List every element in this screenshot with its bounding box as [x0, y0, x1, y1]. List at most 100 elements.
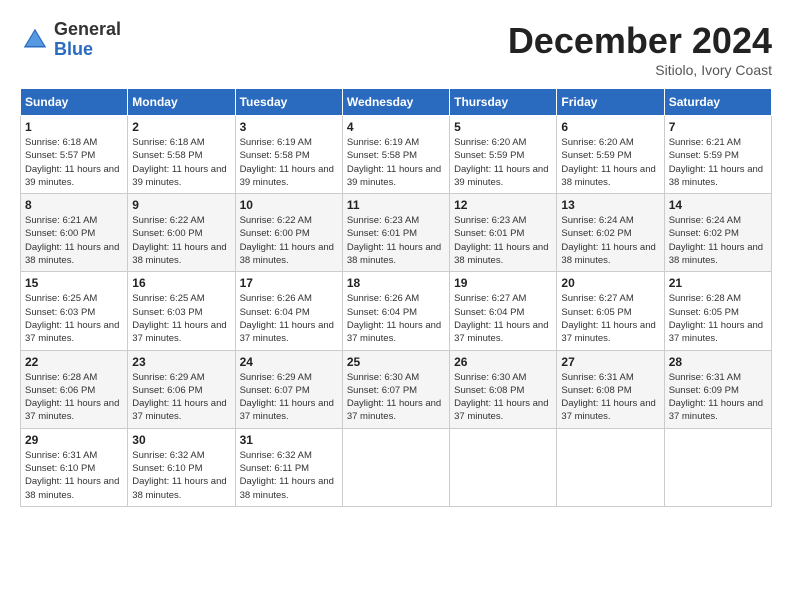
day-header: Wednesday [342, 89, 449, 116]
calendar-week-row: 29 Sunrise: 6:31 AMSunset: 6:10 PMDayligh… [21, 428, 772, 506]
calendar-cell: 18 Sunrise: 6:26 AMSunset: 6:04 PMDayligh… [342, 272, 449, 350]
day-info: Sunrise: 6:19 AMSunset: 5:58 PMDaylight:… [240, 136, 338, 189]
day-number: 3 [240, 120, 338, 134]
day-number: 19 [454, 276, 552, 290]
calendar-header-row: SundayMondayTuesdayWednesdayThursdayFrid… [21, 89, 772, 116]
day-number: 10 [240, 198, 338, 212]
day-info: Sunrise: 6:27 AMSunset: 6:05 PMDaylight:… [561, 292, 659, 345]
day-info: Sunrise: 6:20 AMSunset: 5:59 PMDaylight:… [454, 136, 552, 189]
calendar-cell [450, 428, 557, 506]
day-number: 14 [669, 198, 767, 212]
day-info: Sunrise: 6:21 AMSunset: 5:59 PMDaylight:… [669, 136, 767, 189]
calendar-cell: 10 Sunrise: 6:22 AMSunset: 6:00 PMDayligh… [235, 194, 342, 272]
calendar-cell: 15 Sunrise: 6:25 AMSunset: 6:03 PMDayligh… [21, 272, 128, 350]
calendar-cell: 9 Sunrise: 6:22 AMSunset: 6:00 PMDaylight… [128, 194, 235, 272]
day-info: Sunrise: 6:31 AMSunset: 6:08 PMDaylight:… [561, 371, 659, 424]
day-info: Sunrise: 6:25 AMSunset: 6:03 PMDaylight:… [132, 292, 230, 345]
day-header: Monday [128, 89, 235, 116]
day-info: Sunrise: 6:19 AMSunset: 5:58 PMDaylight:… [347, 136, 445, 189]
day-info: Sunrise: 6:20 AMSunset: 5:59 PMDaylight:… [561, 136, 659, 189]
calendar-cell [557, 428, 664, 506]
day-number: 25 [347, 355, 445, 369]
day-number: 16 [132, 276, 230, 290]
calendar-cell: 3 Sunrise: 6:19 AMSunset: 5:58 PMDaylight… [235, 116, 342, 194]
day-header: Tuesday [235, 89, 342, 116]
calendar-table: SundayMondayTuesdayWednesdayThursdayFrid… [20, 88, 772, 507]
calendar-cell: 5 Sunrise: 6:20 AMSunset: 5:59 PMDaylight… [450, 116, 557, 194]
day-number: 24 [240, 355, 338, 369]
day-number: 28 [669, 355, 767, 369]
day-number: 13 [561, 198, 659, 212]
day-info: Sunrise: 6:26 AMSunset: 6:04 PMDaylight:… [240, 292, 338, 345]
day-number: 26 [454, 355, 552, 369]
day-info: Sunrise: 6:24 AMSunset: 6:02 PMDaylight:… [561, 214, 659, 267]
day-info: Sunrise: 6:30 AMSunset: 6:08 PMDaylight:… [454, 371, 552, 424]
day-number: 2 [132, 120, 230, 134]
day-number: 8 [25, 198, 123, 212]
calendar-cell: 16 Sunrise: 6:25 AMSunset: 6:03 PMDayligh… [128, 272, 235, 350]
day-number: 11 [347, 198, 445, 212]
day-number: 30 [132, 433, 230, 447]
month-title: December 2024 [508, 20, 772, 62]
calendar-cell: 24 Sunrise: 6:29 AMSunset: 6:07 PMDayligh… [235, 350, 342, 428]
calendar-cell [664, 428, 771, 506]
day-info: Sunrise: 6:28 AMSunset: 6:05 PMDaylight:… [669, 292, 767, 345]
title-block: December 2024 Sitiolo, Ivory Coast [508, 20, 772, 78]
day-info: Sunrise: 6:23 AMSunset: 6:01 PMDaylight:… [347, 214, 445, 267]
calendar-cell: 23 Sunrise: 6:29 AMSunset: 6:06 PMDayligh… [128, 350, 235, 428]
day-info: Sunrise: 6:27 AMSunset: 6:04 PMDaylight:… [454, 292, 552, 345]
calendar-cell: 11 Sunrise: 6:23 AMSunset: 6:01 PMDayligh… [342, 194, 449, 272]
calendar-cell: 28 Sunrise: 6:31 AMSunset: 6:09 PMDayligh… [664, 350, 771, 428]
location-subtitle: Sitiolo, Ivory Coast [508, 62, 772, 78]
day-number: 22 [25, 355, 123, 369]
logo-text: General Blue [54, 20, 121, 60]
calendar-cell: 27 Sunrise: 6:31 AMSunset: 6:08 PMDayligh… [557, 350, 664, 428]
day-number: 29 [25, 433, 123, 447]
day-info: Sunrise: 6:22 AMSunset: 6:00 PMDaylight:… [132, 214, 230, 267]
day-number: 18 [347, 276, 445, 290]
calendar-cell: 2 Sunrise: 6:18 AMSunset: 5:58 PMDaylight… [128, 116, 235, 194]
calendar-cell: 22 Sunrise: 6:28 AMSunset: 6:06 PMDayligh… [21, 350, 128, 428]
day-info: Sunrise: 6:31 AMSunset: 6:10 PMDaylight:… [25, 449, 123, 502]
day-number: 6 [561, 120, 659, 134]
day-info: Sunrise: 6:18 AMSunset: 5:58 PMDaylight:… [132, 136, 230, 189]
day-number: 12 [454, 198, 552, 212]
day-number: 7 [669, 120, 767, 134]
calendar-week-row: 22 Sunrise: 6:28 AMSunset: 6:06 PMDayligh… [21, 350, 772, 428]
day-number: 15 [25, 276, 123, 290]
day-number: 17 [240, 276, 338, 290]
day-header: Thursday [450, 89, 557, 116]
day-info: Sunrise: 6:26 AMSunset: 6:04 PMDaylight:… [347, 292, 445, 345]
logo: General Blue [20, 20, 121, 60]
day-number: 1 [25, 120, 123, 134]
day-header: Sunday [21, 89, 128, 116]
day-header: Saturday [664, 89, 771, 116]
day-info: Sunrise: 6:29 AMSunset: 6:07 PMDaylight:… [240, 371, 338, 424]
calendar-cell: 4Sunrise: 6:19 AMSunset: 5:58 PMDaylight… [342, 116, 449, 194]
day-number: 23 [132, 355, 230, 369]
day-info: Sunrise: 6:23 AMSunset: 6:01 PMDaylight:… [454, 214, 552, 267]
day-info: Sunrise: 6:28 AMSunset: 6:06 PMDaylight:… [25, 371, 123, 424]
day-info: Sunrise: 6:31 AMSunset: 6:09 PMDaylight:… [669, 371, 767, 424]
calendar-cell: 29 Sunrise: 6:31 AMSunset: 6:10 PMDayligh… [21, 428, 128, 506]
calendar-cell: 12 Sunrise: 6:23 AMSunset: 6:01 PMDayligh… [450, 194, 557, 272]
day-number: 5 [454, 120, 552, 134]
day-info: Sunrise: 6:25 AMSunset: 6:03 PMDaylight:… [25, 292, 123, 345]
day-info: Sunrise: 6:32 AMSunset: 6:11 PMDaylight:… [240, 449, 338, 502]
day-info: Sunrise: 6:29 AMSunset: 6:06 PMDaylight:… [132, 371, 230, 424]
day-number: 27 [561, 355, 659, 369]
calendar-cell: 8 Sunrise: 6:21 AMSunset: 6:00 PMDaylight… [21, 194, 128, 272]
calendar-cell: 7 Sunrise: 6:21 AMSunset: 5:59 PMDaylight… [664, 116, 771, 194]
day-number: 9 [132, 198, 230, 212]
calendar-week-row: 15 Sunrise: 6:25 AMSunset: 6:03 PMDayligh… [21, 272, 772, 350]
day-info: Sunrise: 6:24 AMSunset: 6:02 PMDaylight:… [669, 214, 767, 267]
calendar-cell: 31Sunrise: 6:32 AMSunset: 6:11 PMDayligh… [235, 428, 342, 506]
day-info: Sunrise: 6:21 AMSunset: 6:00 PMDaylight:… [25, 214, 123, 267]
calendar-cell [342, 428, 449, 506]
day-info: Sunrise: 6:30 AMSunset: 6:07 PMDaylight:… [347, 371, 445, 424]
calendar-cell: 21 Sunrise: 6:28 AMSunset: 6:05 PMDayligh… [664, 272, 771, 350]
calendar-week-row: 1Sunrise: 6:18 AMSunset: 5:57 PMDaylight… [21, 116, 772, 194]
day-number: 21 [669, 276, 767, 290]
day-info: Sunrise: 6:22 AMSunset: 6:00 PMDaylight:… [240, 214, 338, 267]
day-header: Friday [557, 89, 664, 116]
